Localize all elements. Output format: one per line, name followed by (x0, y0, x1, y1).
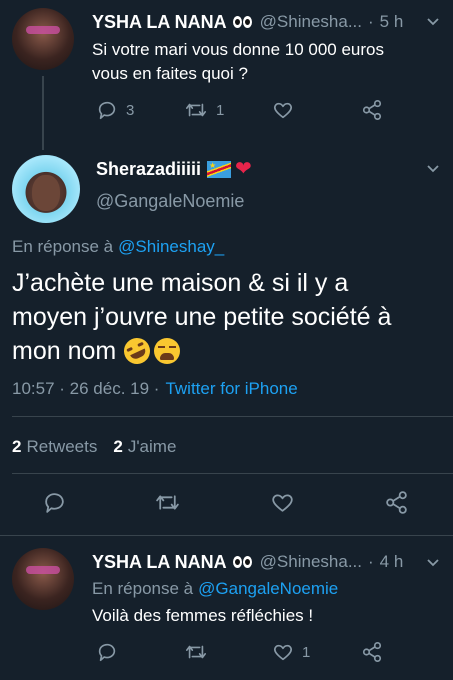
tweet1-display-name[interactable]: YSHA LA NANA (92, 12, 227, 33)
eyes-emoji (232, 556, 252, 568)
tweet2-reply-context: En réponse à @GangaleNoemie (92, 578, 338, 600)
main-text-line3: mon nom (12, 337, 117, 365)
tweet2-reply-prefix: En réponse à (92, 579, 194, 598)
avatar-ysha[interactable] (12, 548, 74, 610)
like-count: 2 (113, 437, 123, 456)
tweet2-dot: · (368, 552, 374, 571)
congo-flag-emoji: ★ (207, 160, 232, 178)
tweet1-handle[interactable]: @Shinesha... (260, 12, 362, 32)
main-name-row: Sherazadiiiii ★ ❤ (96, 157, 252, 181)
retweet-icon (186, 103, 206, 117)
like-label: J'aime (127, 437, 177, 456)
tweet2-time: 4 h (379, 552, 404, 571)
main-source-link[interactable]: Twitter for iPhone (165, 379, 297, 399)
tweet1-retweet-button[interactable]: 1 (184, 99, 224, 121)
tweet1-share-button[interactable] (361, 99, 383, 121)
likes-stat[interactable]: 2 J'aime (113, 437, 176, 457)
share-icon (386, 491, 407, 514)
tweet2-share-button[interactable] (361, 641, 383, 663)
thread-line (42, 76, 44, 150)
reply-icon (98, 643, 116, 662)
main-display-name[interactable]: Sherazadiiiii (96, 159, 201, 180)
tweet1-text-line1: Si votre mari vous donne 10 000 euros (92, 40, 385, 59)
heart-emoji: ❤ (235, 158, 252, 180)
main-like-button[interactable] (270, 490, 295, 515)
main-handle[interactable]: @GangaleNoemie (96, 191, 244, 212)
divider-stats-top (12, 416, 453, 417)
main-reply-to-link[interactable]: @Shineshay_ (118, 237, 224, 257)
avatar-sherazadiiiii[interactable] (12, 155, 80, 223)
share-icon (362, 642, 382, 662)
reply-icon (45, 493, 64, 513)
heart-icon (272, 494, 293, 512)
tweet2-reply-to-link[interactable]: @GangaleNoemie (198, 579, 338, 599)
main-meta-row: 10:57 · 26 déc. 19 · Twitter for iPhone (12, 377, 298, 401)
main-share-button[interactable] (384, 490, 409, 515)
tweet1-header: YSHA LA NANA @Shinesha... · 5 h (92, 10, 403, 34)
divider-stats-bottom (12, 473, 453, 474)
main-text-line2: moyen j’ouvre une petite société à (12, 303, 392, 331)
eyes-emoji (232, 16, 252, 28)
tweet2-handle[interactable]: @Shinesha... (260, 552, 362, 572)
retweet-label: Retweets (26, 437, 98, 456)
tweet1-dot: · (368, 12, 374, 31)
share-icon (362, 100, 382, 120)
main-reply-context: En réponse à @Shineshay_ (12, 235, 224, 259)
tweet2-like-button[interactable]: 1 (272, 641, 310, 663)
chevron-down-icon[interactable] (425, 161, 441, 177)
tweet1-text: Si votre mari vous donne 10 000 euros vo… (92, 38, 384, 86)
avatar-ysha[interactable] (12, 8, 74, 70)
tweet1-reply-count: 3 (126, 101, 135, 119)
chevron-down-icon[interactable] (425, 14, 441, 30)
tweet1-reply-button[interactable]: 3 (96, 99, 134, 121)
retweet-icon (156, 495, 179, 510)
chevron-down-icon[interactable] (425, 555, 441, 571)
heart-icon (273, 644, 293, 661)
avatar-eyeshadow (26, 26, 60, 34)
reply-icon (98, 101, 116, 120)
divider-main-bottom (0, 535, 453, 536)
tweet2-retweet-button[interactable] (184, 641, 208, 663)
main-reply-prefix: En réponse à (12, 237, 114, 256)
tweet1-retweet-count: 1 (216, 101, 225, 119)
retweet-count: 2 (12, 437, 22, 456)
tweet1-time: 5 h (379, 12, 404, 31)
main-text-line1: J’achète une maison & si il y a (12, 269, 349, 297)
retweet-icon (186, 645, 206, 659)
tweet2-reply-button[interactable] (96, 641, 118, 663)
avatar-eyeshadow (26, 566, 60, 574)
tweet2-header: YSHA LA NANA @Shinesha... · 4 h (92, 550, 403, 574)
rolling-laughing-emoji (119, 333, 155, 369)
heart-icon (273, 102, 293, 119)
tweet1-like-button[interactable] (272, 99, 294, 121)
weary-face-emoji (154, 338, 181, 364)
tweet2-display-name[interactable]: YSHA LA NANA (92, 552, 227, 573)
main-stats-row: 2 Retweets 2 J'aime (12, 435, 176, 459)
main-tweet-text: J’achète une maison & si il y a moyen j’… (12, 266, 392, 369)
retweets-stat[interactable]: 2 Retweets (12, 437, 97, 457)
avatar-face (32, 175, 60, 211)
tweet2-text: Voilà des femmes réfléchies ! (92, 606, 314, 625)
main-retweet-button[interactable] (154, 490, 181, 515)
main-reply-button[interactable] (42, 490, 67, 515)
tweet1-text-line2: vous en faites quoi ? (92, 64, 248, 83)
main-timestamp: 10:57 · 26 déc. 19 · (12, 379, 160, 398)
tweet2-like-count: 1 (302, 643, 311, 661)
